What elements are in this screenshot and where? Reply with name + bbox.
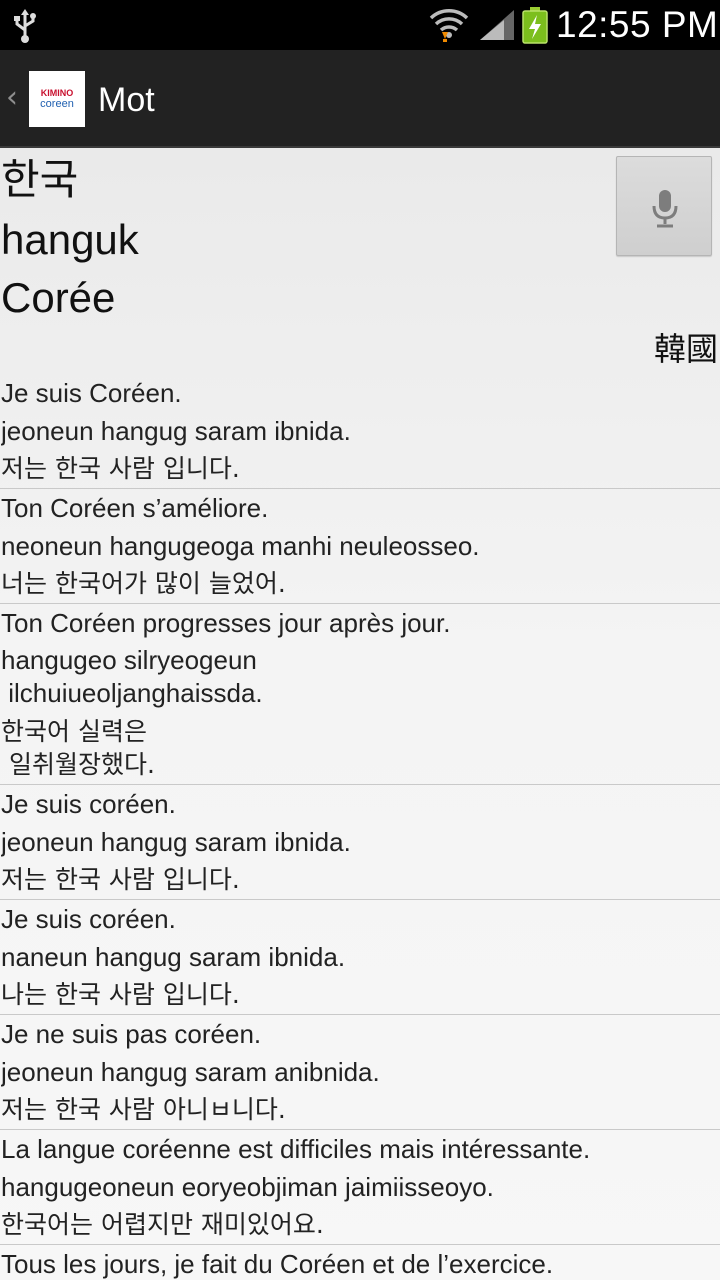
example-korean: 한국어 실력은 일취월장했다. — [1, 717, 155, 779]
example-romanization: jeoneun hangug saram anibnida. — [1, 1057, 380, 1087]
list-item[interactable]: Ton Coréen progresses jour après jour. h… — [0, 604, 720, 785]
word-french: Corée — [1, 274, 116, 321]
word-detail: 한국 hanguk Corée 韓國 Je suis Coréen. jeone… — [0, 148, 720, 1280]
word-korean: 한국 — [1, 155, 79, 204]
list-item[interactable]: Je suis coréen. naneun hangug saram ibni… — [0, 900, 720, 1015]
app-logo[interactable]: KIMINO coreen — [29, 71, 85, 127]
action-bar: ‹ KIMINO coreen Mot — [0, 50, 720, 148]
page-title: Mot — [98, 81, 155, 119]
logo-text-top: KIMINO — [40, 88, 74, 98]
example-romanization: hangugeo silryeogeun ilchuiueoljanghaiss… — [1, 645, 263, 708]
list-item[interactable]: Ton Coréen s’améliore. neoneun hangugeog… — [0, 489, 720, 604]
example-romanization: hangugeoneun eoryeobjiman jaimiisseoyo. — [1, 1172, 494, 1202]
signal-icon — [478, 8, 516, 42]
example-romanization: naneun hangug saram ibnida. — [1, 942, 346, 972]
example-romanization: jeoneun hangug saram ibnida. — [1, 827, 351, 857]
example-french: Je ne suis pas coréen. — [1, 1019, 262, 1049]
example-french: Tous les jours, je fait du Coréen et de … — [1, 1249, 554, 1279]
chevron-left-icon[interactable]: ‹ — [6, 80, 24, 116]
status-bar: 12:55 PM — [0, 0, 720, 50]
example-romanization: neoneun hangugeoga manhi neuleosseo. — [1, 531, 480, 561]
clock: 12:55 PM — [556, 4, 719, 45]
example-romanization: jeoneun hangug saram ibnida. — [1, 416, 351, 446]
list-item[interactable]: Tous les jours, je fait du Coréen et de … — [0, 1245, 720, 1280]
list-item[interactable]: Je suis Coréen. jeoneun hangug saram ibn… — [0, 374, 720, 489]
word-hanja: 韓國 — [653, 330, 718, 368]
example-french: La langue coréenne est difficiles mais i… — [1, 1134, 591, 1164]
example-korean: 저는 한국 사람 입니다. — [1, 865, 240, 894]
example-french: Je suis coréen. — [1, 789, 176, 819]
example-korean: 저는 한국 사람 아니ㅂ니다. — [1, 1095, 286, 1124]
example-list: Je suis Coréen. jeoneun hangug saram ibn… — [0, 374, 720, 1280]
example-korean: 너는 한국어가 많이 늘었어. — [1, 569, 286, 598]
battery-charging-icon — [522, 6, 548, 44]
example-french: Je suis coréen. — [1, 904, 176, 934]
example-french: Ton Coréen s’améliore. — [1, 493, 269, 523]
logo-text-bottom: coreen — [40, 98, 74, 110]
usb-icon — [10, 8, 40, 44]
microphone-icon — [652, 190, 678, 228]
pronounce-button[interactable] — [616, 156, 712, 256]
list-item[interactable]: Je suis coréen. jeoneun hangug saram ibn… — [0, 785, 720, 900]
example-french: Je suis Coréen. — [1, 378, 182, 408]
list-item[interactable]: La langue coréenne est difficiles mais i… — [0, 1130, 720, 1245]
list-item[interactable]: Je ne suis pas coréen. jeoneun hangug sa… — [0, 1015, 720, 1130]
example-french: Ton Coréen progresses jour après jour. — [1, 608, 451, 638]
example-korean: 나는 한국 사람 입니다. — [1, 980, 240, 1009]
word-romanization: hanguk — [1, 216, 139, 263]
example-korean: 저는 한국 사람 입니다. — [1, 454, 240, 483]
wifi-icon — [428, 6, 470, 44]
example-korean: 한국어는 어렵지만 재미있어요. — [1, 1210, 324, 1239]
